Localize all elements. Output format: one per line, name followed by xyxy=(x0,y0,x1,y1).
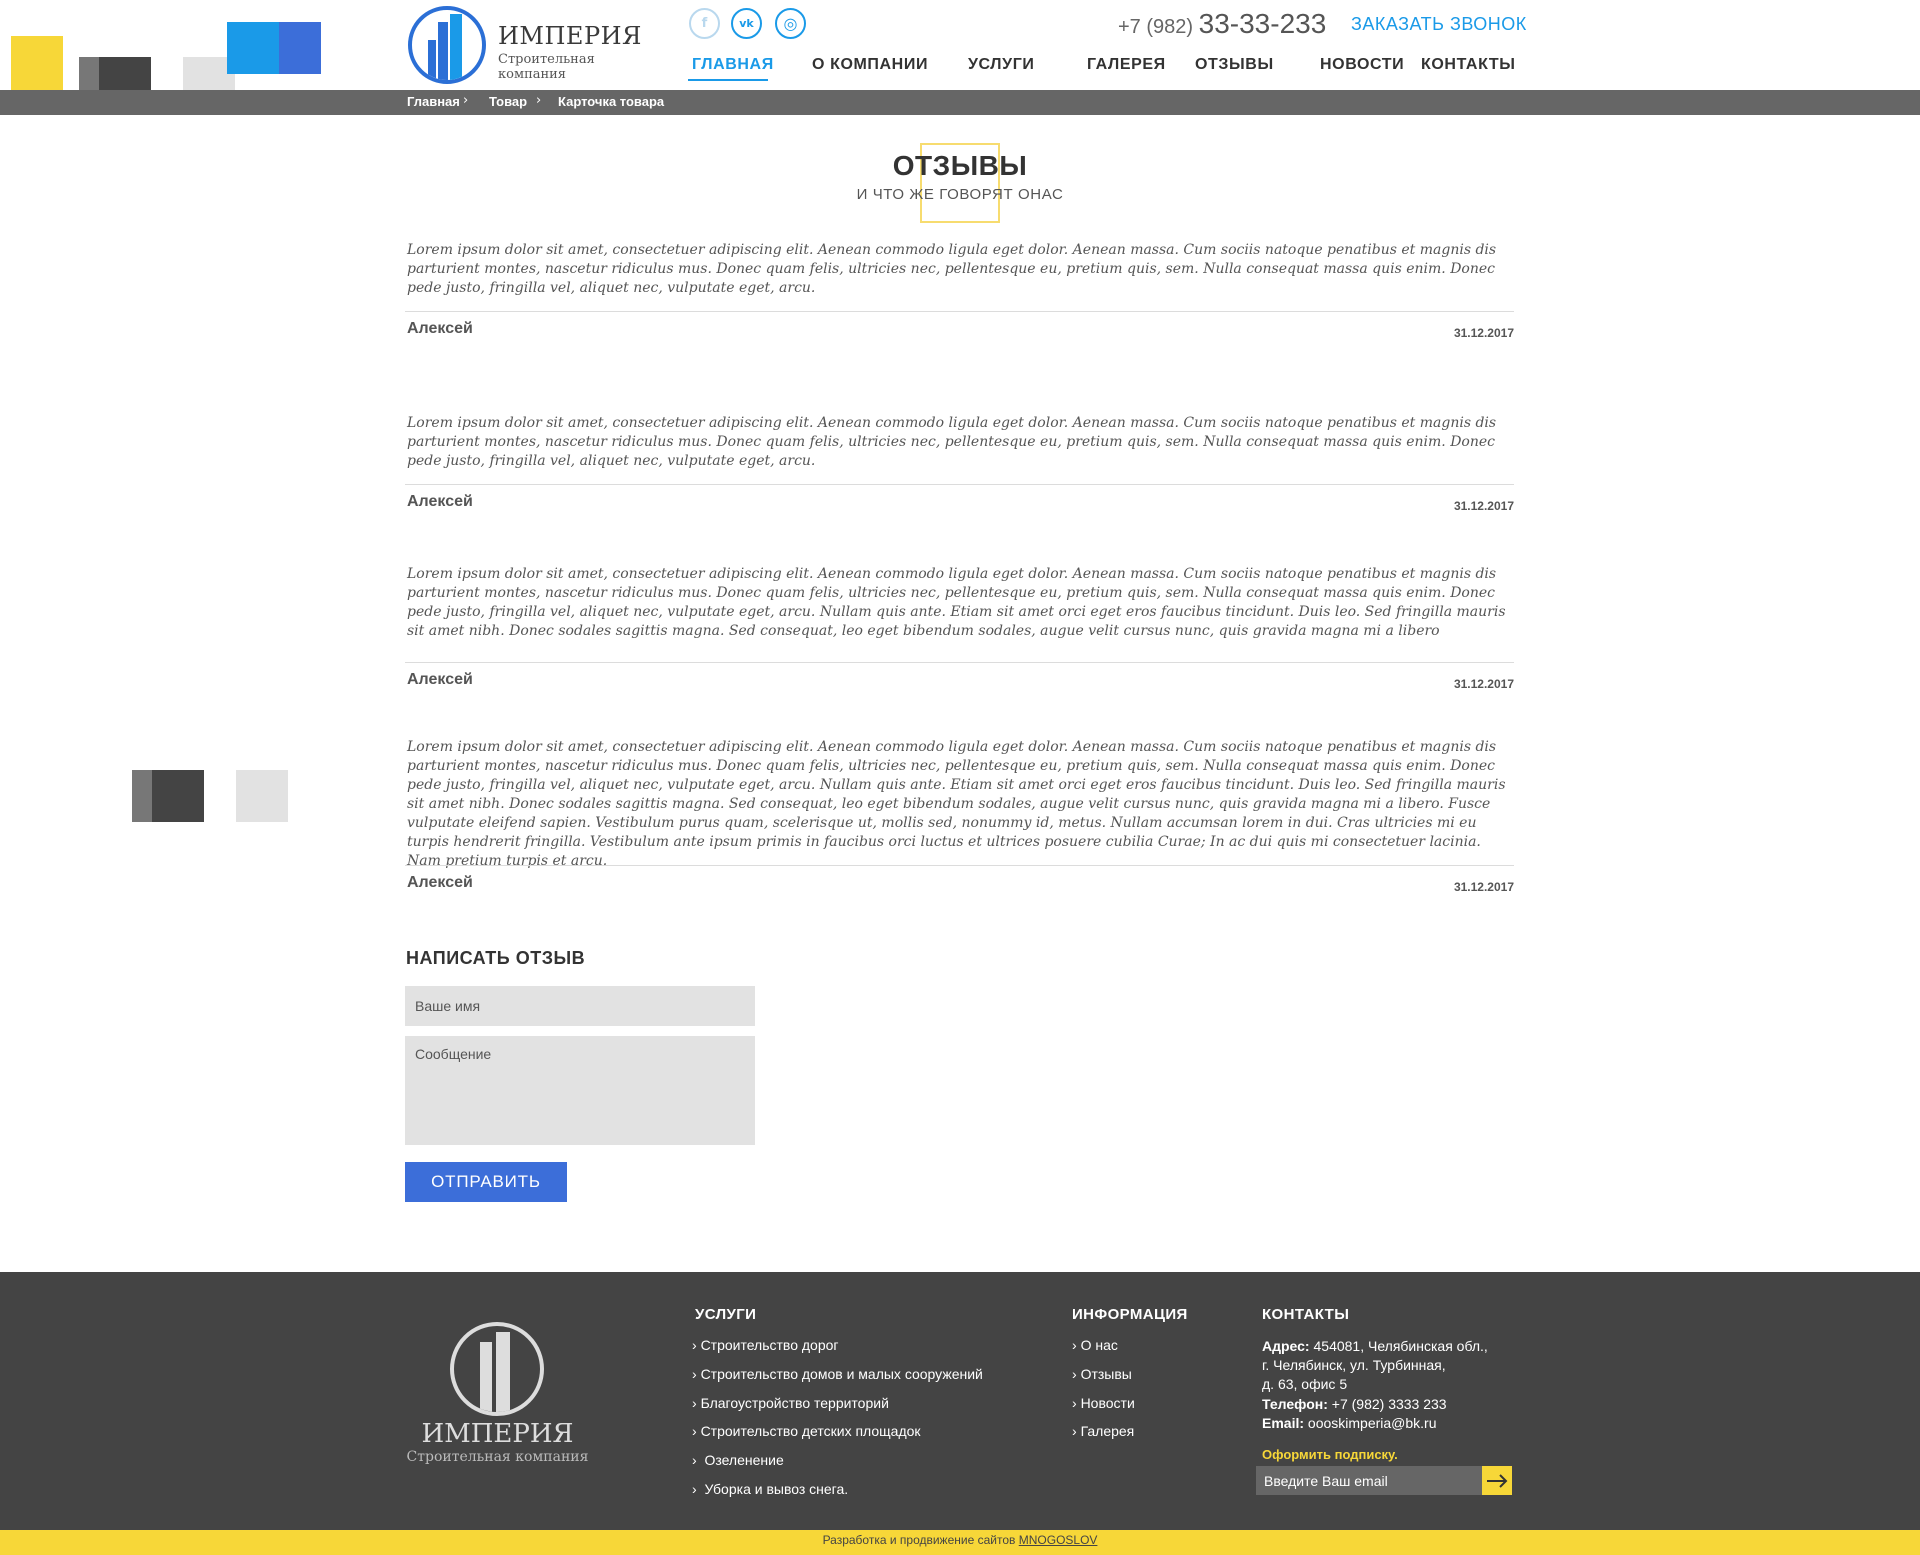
review-author: Алексей xyxy=(407,320,473,337)
footer-address: Адрес: 454081, Челябинская обл., г. Челя… xyxy=(1262,1338,1488,1392)
footer-info-title: ИНФОРМАЦИЯ xyxy=(1072,1306,1188,1323)
footer-info-link[interactable]: › Отзывы xyxy=(1072,1366,1132,1382)
page-title: ОТЗЫВЫ xyxy=(892,150,1028,181)
nav-item-contacts[interactable]: КОНТАКТЫ xyxy=(1421,56,1516,74)
nav-item-home[interactable]: ГЛАВНАЯ xyxy=(692,56,774,74)
footer-logo-title: ИМПЕРИЯ xyxy=(421,1419,574,1449)
vk-icon[interactable]: vk xyxy=(731,8,762,39)
footer-service-link[interactable]: › Благоустройство территорий xyxy=(692,1395,889,1411)
site-footer xyxy=(0,1272,1920,1530)
review-author: Алексей xyxy=(407,493,473,510)
review-date: 31.12.2017 xyxy=(1453,880,1514,894)
developer-link[interactable]: MNOGOSLOV xyxy=(1019,1533,1098,1547)
site-logo[interactable]: ИМПЕРИЯ Строительная компания xyxy=(408,6,648,86)
review-divider xyxy=(405,311,1514,312)
breadcrumb-home[interactable]: Главная xyxy=(407,94,460,109)
arrow-right-icon[interactable] xyxy=(1482,1466,1512,1495)
footer-info-link[interactable]: › О нас xyxy=(1072,1337,1118,1353)
footer-service-link[interactable]: › Озеленение xyxy=(692,1452,784,1468)
footer-contacts-title: КОНТАКТЫ xyxy=(1262,1306,1350,1323)
footer-info-link[interactable]: › Новости xyxy=(1072,1395,1135,1411)
nav-item-reviews[interactable]: ОТЗЫВЫ xyxy=(1195,56,1274,74)
footer-email: Email: oooskimperia@bk.ru xyxy=(1262,1415,1437,1431)
logo-title: ИМПЕРИЯ xyxy=(498,22,642,50)
nav-item-services[interactable]: УСЛУГИ xyxy=(968,56,1034,74)
nav-item-about[interactable]: О КОМПАНИИ xyxy=(812,56,928,74)
breadcrumb-current: Карточка товара xyxy=(558,94,665,109)
review-text: Lorem ipsum dolor sit amet, consectetuer… xyxy=(407,739,1506,869)
decor-square-grey-dark xyxy=(152,770,204,822)
review-date: 31.12.2017 xyxy=(1453,326,1514,340)
chevron-right-icon: › xyxy=(536,93,542,108)
footer-service-link[interactable]: › Строительство домов и малых сооружений xyxy=(692,1366,983,1382)
developer-credit: Разработка и продвижение сайтов MNOGOSLO… xyxy=(822,1533,1098,1547)
nav-item-gallery[interactable]: ГАЛЕРЕЯ xyxy=(1087,56,1166,74)
footer-service-link[interactable]: › Строительство дорог xyxy=(692,1337,839,1353)
review-author: Алексей xyxy=(407,671,473,688)
footer-logo-emblem-icon xyxy=(450,1322,544,1416)
footer-services-title: УСЛУГИ xyxy=(695,1306,757,1323)
name-input[interactable] xyxy=(405,986,755,1026)
chevron-right-icon: › xyxy=(463,93,469,108)
footer-logo-subtitle: Строительная компания xyxy=(406,1449,589,1465)
phone-number: 33-33-233 xyxy=(1198,8,1327,39)
review-divider xyxy=(405,662,1514,663)
footer-service-link[interactable]: › Уборка и вывоз снега. xyxy=(692,1481,848,1497)
site-header: ИМПЕРИЯ Строительная компания f vk ◎ +7 … xyxy=(0,0,1920,90)
facebook-icon[interactable]: f xyxy=(689,8,720,39)
header-phone: +7 (982) 33-33-233 xyxy=(1118,8,1326,40)
review-form-title: НАПИСАТЬ ОТЗЫВ xyxy=(406,948,586,968)
review-date: 31.12.2017 xyxy=(1453,499,1514,513)
logo-emblem-icon xyxy=(408,6,486,84)
phone-prefix: +7 (982) xyxy=(1118,16,1194,38)
review-text: Lorem ipsum dolor sit amet, consectetuer… xyxy=(407,415,1497,469)
breadcrumb-product[interactable]: Товар xyxy=(489,94,527,109)
footer-phone: Телефон: +7 (982) 3333 233 xyxy=(1262,1396,1447,1412)
breadcrumb xyxy=(0,90,1920,115)
decor-square-light xyxy=(236,770,288,822)
submit-button[interactable]: ОТПРАВИТЬ xyxy=(405,1162,567,1202)
callback-link[interactable]: ЗАКАЗАТЬ ЗВОНОК xyxy=(1351,14,1527,35)
review-divider xyxy=(405,484,1514,485)
logo-subtitle: Строительная компания xyxy=(498,52,595,82)
page-subtitle: И ЧТО ЖЕ ГОВОРЯТ ОНАС xyxy=(856,186,1064,203)
review-text: Lorem ipsum dolor sit amet, consectetuer… xyxy=(407,242,1497,296)
subscribe-email-input[interactable] xyxy=(1256,1466,1482,1495)
nav-active-underline xyxy=(688,79,768,81)
review-date: 31.12.2017 xyxy=(1453,677,1514,691)
footer-info-link[interactable]: › Галерея xyxy=(1072,1423,1134,1439)
footer-service-link[interactable]: › Строительство детских площадок xyxy=(692,1423,921,1439)
message-textarea[interactable] xyxy=(405,1036,755,1145)
instagram-icon[interactable]: ◎ xyxy=(775,8,806,39)
review-text: Lorem ipsum dolor sit amet, consectetuer… xyxy=(407,566,1506,639)
nav-item-news[interactable]: НОВОСТИ xyxy=(1320,56,1404,74)
subscribe-label: Оформить подписку. xyxy=(1262,1447,1398,1462)
review-divider xyxy=(405,865,1514,866)
review-author: Алексей xyxy=(407,874,473,891)
